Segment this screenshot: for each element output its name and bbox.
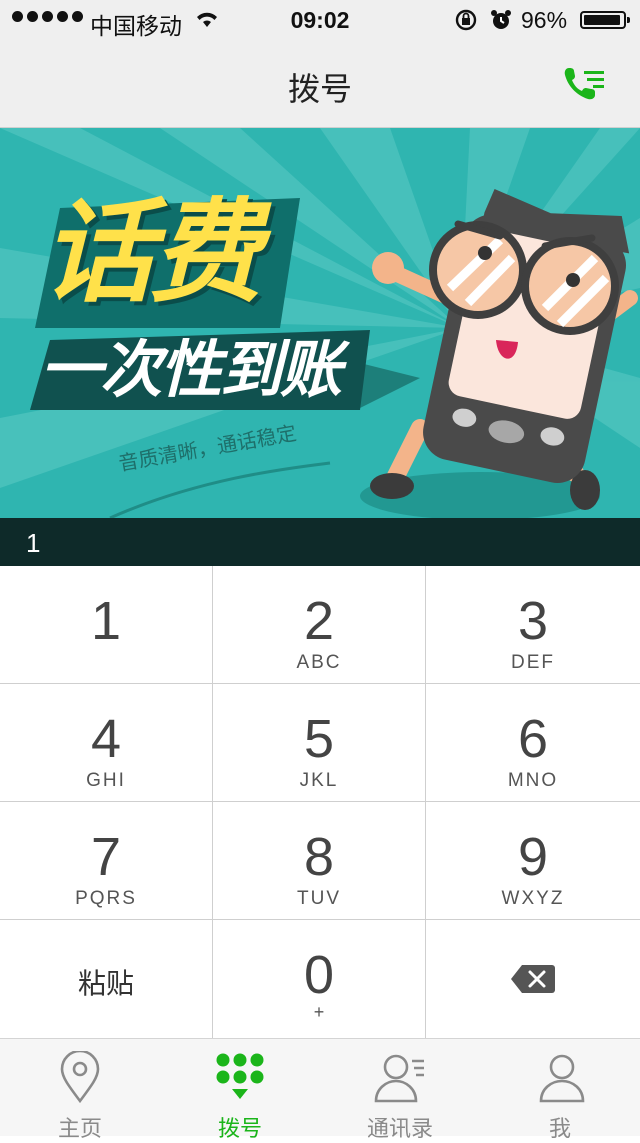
call-list-icon[interactable] xyxy=(560,62,610,106)
key-5[interactable]: 5 JKL xyxy=(213,684,426,802)
key-digit: 9 xyxy=(517,827,549,887)
alarm-icon xyxy=(491,10,511,29)
dialpad-icon xyxy=(216,1053,264,1099)
key-8[interactable]: 8 TUV xyxy=(213,802,426,920)
key-digit: 8 xyxy=(303,827,335,887)
key-digit: 5 xyxy=(303,709,335,769)
key-digit: 3 xyxy=(517,591,549,651)
dial-keypad: 1 2 ABC 3 DEF 4 GHI 5 JKL 6 MNO 7 PQRS 8… xyxy=(0,566,640,1038)
banner-headline: 话费 xyxy=(42,188,262,318)
paste-label: 粘贴 xyxy=(77,968,134,999)
tab-label: 通讯录 xyxy=(366,1116,433,1141)
key-letters: PQRS xyxy=(75,888,137,909)
key-letters: MNO xyxy=(507,770,559,791)
key-digit: 6 xyxy=(517,709,549,769)
person-icon xyxy=(539,1054,585,1103)
tab-bar: 主页 拨号 通讯录 我 xyxy=(0,1038,640,1141)
rotation-lock-icon xyxy=(455,9,477,31)
key-3[interactable]: 3 DEF xyxy=(426,566,640,684)
tab-dial[interactable]: 拨号 xyxy=(160,1039,320,1141)
dialed-number: 1 xyxy=(26,528,41,558)
key-digit: 4 xyxy=(90,709,122,769)
key-6[interactable]: 6 MNO xyxy=(426,684,640,802)
banner-artwork xyxy=(0,128,640,518)
key-7[interactable]: 7 PQRS xyxy=(0,802,213,920)
tab-label: 我 xyxy=(548,1116,571,1141)
key-letters: GHI xyxy=(86,770,126,791)
key-digit: 1 xyxy=(90,591,122,651)
contacts-icon xyxy=(374,1054,424,1103)
battery-percent: 96% xyxy=(521,7,568,33)
navigation-bar: 拨号 xyxy=(0,40,640,128)
tab-label: 主页 xyxy=(57,1116,102,1141)
key-1[interactable]: 1 xyxy=(0,566,213,684)
paste-button[interactable]: 粘贴 xyxy=(0,920,213,1038)
key-plus: + xyxy=(313,1002,325,1022)
location-pin-icon xyxy=(60,1051,100,1104)
key-letters: ABC xyxy=(296,652,342,673)
key-digit: 0 xyxy=(303,945,335,1005)
tab-contacts[interactable]: 通讯录 xyxy=(320,1039,480,1141)
key-digit: 2 xyxy=(303,591,335,651)
battery-icon xyxy=(580,11,630,29)
banner-subheadline: 一次性到账 xyxy=(40,333,342,406)
delete-button[interactable] xyxy=(426,920,640,1038)
tab-label: 拨号 xyxy=(217,1116,262,1141)
key-9[interactable]: 9 WXYZ xyxy=(426,802,640,920)
page-title: 拨号 xyxy=(287,71,352,107)
promo-banner[interactable]: 话费 一次性到账 音质清晰，通话稳定 xyxy=(0,128,640,518)
dialed-number-bar: 1 xyxy=(0,518,640,566)
key-4[interactable]: 4 GHI xyxy=(0,684,213,802)
backspace-icon xyxy=(511,965,555,993)
tab-home[interactable]: 主页 xyxy=(0,1039,160,1141)
tab-me[interactable]: 我 xyxy=(480,1039,640,1141)
key-letters: JKL xyxy=(299,770,339,791)
key-letters: DEF xyxy=(511,652,555,673)
key-digit: 7 xyxy=(90,827,122,887)
key-letters: WXYZ xyxy=(501,888,565,909)
key-letters: TUV xyxy=(297,888,341,909)
status-bar: 中国移动 09:02 96% xyxy=(0,0,640,40)
key-0[interactable]: 0 + xyxy=(213,920,426,1038)
key-2[interactable]: 2 ABC xyxy=(213,566,426,684)
